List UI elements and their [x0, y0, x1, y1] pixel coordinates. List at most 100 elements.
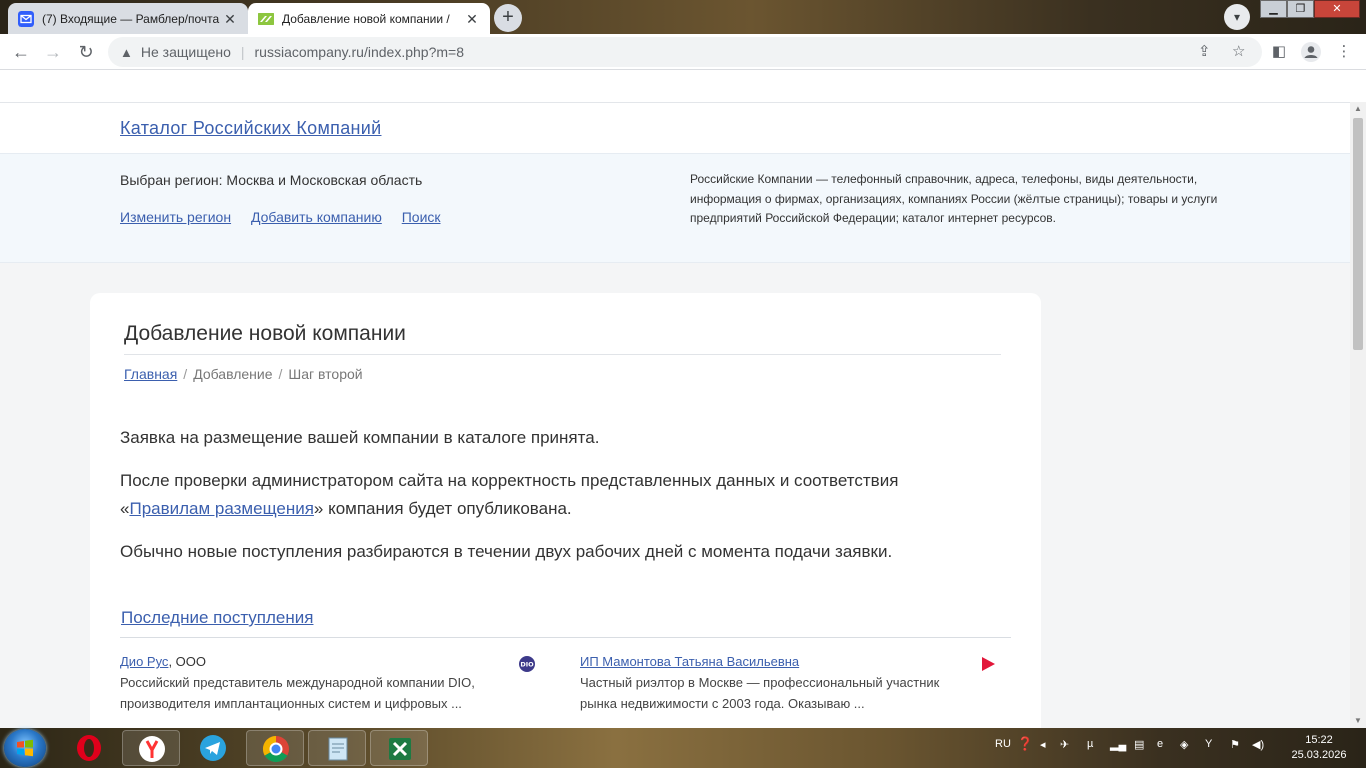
maximize-button[interactable]: ❐ [1287, 0, 1314, 18]
system-clock[interactable]: 15:22 25.03.2026 [1282, 733, 1356, 763]
divider: | [240, 44, 245, 60]
side-panel-icon[interactable]: ◧ [1267, 40, 1291, 64]
play-logo-icon [982, 657, 995, 671]
scrollbar-thumb[interactable] [1353, 118, 1363, 350]
close-icon[interactable]: ✕ [222, 11, 238, 27]
clock-time: 15:22 [1305, 734, 1333, 746]
tab-search-button[interactable]: ▾ [1224, 4, 1250, 30]
paragraph-accepted: Заявка на размещение вашей компании в ка… [120, 428, 600, 447]
telegram-tray-icon[interactable]: ✈ [1060, 738, 1069, 751]
url-text[interactable]: russiacompany.ru/index.php?m=8 [255, 44, 464, 60]
ie-tray-icon[interactable]: e [1157, 738, 1163, 750]
profile-icon[interactable] [1299, 40, 1323, 64]
company-description: Частный риэлтор в Москве — профессиональ… [580, 672, 1000, 714]
scroll-down-icon[interactable]: ▼ [1350, 714, 1366, 728]
region-links: Изменить регион Добавить компанию Поиск [120, 209, 457, 225]
site-favicon [258, 12, 274, 25]
language-indicator[interactable]: RU [995, 738, 1011, 750]
description-line: производителя имплантационных систем и ц… [120, 696, 462, 711]
minimize-button[interactable]: ▁ [1260, 0, 1287, 18]
search-link[interactable]: Поиск [402, 209, 441, 225]
main-card: Добавление новой компании Главная / Добавл… [90, 293, 1041, 728]
company-name: ИП Мамонтова Татьяна Васильевна [580, 654, 1000, 669]
browser-toolbar: ← → ↻ ▲ Не защищено | russiacompany.ru/i… [0, 34, 1366, 70]
tab-add-company[interactable]: Добавление новой компании / ✕ [248, 3, 490, 34]
tab-title: Добавление новой компании / [282, 11, 450, 26]
taskbar-yandex[interactable] [122, 730, 180, 766]
close-icon[interactable]: ✕ [464, 11, 480, 27]
yandex-browser-icon [139, 736, 165, 762]
files-tray-icon[interactable]: ▤ [1134, 738, 1144, 751]
tab-rambler-mail[interactable]: (7) Входящие — Рамблер/почта ✕ [8, 3, 248, 34]
opera-icon [77, 735, 101, 761]
list-item: ИП Мамонтова Татьяна Васильевна Частный … [580, 654, 1000, 714]
paragraph-text: » компания будет опубликована. [313, 499, 572, 518]
scroll-up-icon[interactable]: ▲ [1350, 102, 1366, 116]
new-tab-button[interactable]: + [494, 4, 522, 32]
dio-logo-icon: DIO [519, 656, 535, 672]
app-tray-icon[interactable]: ◈ [1180, 738, 1188, 751]
utorrent-tray-icon[interactable]: µ [1087, 738, 1093, 750]
address-bar[interactable]: ▲ Не защищено | russiacompany.ru/index.p… [108, 37, 1262, 67]
clock-date: 25.03.2026 [1291, 749, 1347, 761]
paragraph-moderation: После проверки администратором сайта на … [120, 467, 1010, 523]
description-line: рынка недвижимости с 2003 года. Оказываю… [580, 696, 865, 711]
taskbar-notes[interactable] [308, 730, 366, 766]
change-region-link[interactable]: Изменить регион [120, 209, 231, 225]
breadcrumb: Главная / Добавление / Шаг второй [124, 366, 363, 382]
rules-link[interactable]: Правилам размещения [129, 499, 313, 518]
site-title-link[interactable]: Каталог Российских Компаний [120, 118, 381, 139]
flag-tray-icon[interactable]: ⚑ [1230, 738, 1240, 751]
warning-icon[interactable]: ▲ [120, 45, 133, 60]
breadcrumb-separator: / [278, 366, 283, 382]
taskbar-opera[interactable] [60, 730, 118, 766]
breadcrumb-step: Шаг второй [288, 366, 363, 382]
company-description: Российский представитель международной к… [120, 672, 540, 714]
volume-icon[interactable]: ◀) [1252, 738, 1264, 751]
window-close-button[interactable]: ✕ [1314, 0, 1360, 18]
help-icon[interactable]: ❓ [1017, 736, 1033, 752]
company-link[interactable]: Дио Рус [120, 654, 168, 669]
reload-icon[interactable]: ↻ [74, 40, 98, 64]
taskbar-chrome[interactable] [246, 730, 304, 766]
tab-title: (7) Входящие — Рамблер/почта [42, 11, 220, 26]
latest-additions-link[interactable]: Последние поступления [121, 608, 313, 628]
windows-logo-icon [17, 739, 33, 757]
divider [120, 637, 1011, 638]
mail-icon [18, 10, 34, 27]
star-icon[interactable]: ☆ [1232, 42, 1245, 60]
description-line: Российский представитель международной к… [120, 675, 475, 690]
add-company-link[interactable]: Добавить компанию [251, 209, 382, 225]
menu-icon[interactable]: ⋮ [1332, 40, 1356, 64]
start-button[interactable] [4, 729, 46, 767]
taskbar-excel[interactable] [370, 730, 428, 766]
chrome-icon [262, 735, 289, 763]
tray-expand-icon[interactable]: ◂ [1040, 738, 1046, 751]
paragraph-timing: Обычно новые поступления разбираются в т… [120, 542, 893, 561]
yandex-tray-icon[interactable]: Y [1205, 738, 1212, 750]
site-description: Российские Компании — телефонный справоч… [690, 172, 1218, 225]
breadcrumb-home-link[interactable]: Главная [124, 366, 177, 382]
description-line: Частный риэлтор в Москве — профессиональ… [580, 675, 940, 690]
excel-icon [389, 738, 411, 760]
telegram-icon [200, 735, 226, 761]
security-label[interactable]: Не защищено [141, 44, 231, 60]
company-link[interactable]: ИП Мамонтова Татьяна Васильевна [580, 654, 799, 669]
sidebar [1072, 293, 1222, 728]
browser-tab-strip: (7) Входящие — Рамблер/почта ✕ Добавлени… [0, 0, 1366, 34]
signal-tray-icon[interactable]: ▂▄ [1110, 738, 1126, 751]
breadcrumb-separator: / [183, 366, 188, 382]
paragraph-text: После проверки администратором сайта на … [120, 471, 899, 490]
region-text: Выбран регион: Москва и Московская облас… [120, 172, 423, 188]
svg-text:DIO: DIO [520, 661, 534, 669]
share-icon[interactable]: ⇪ [1198, 42, 1211, 60]
forward-arrow-icon[interactable]: → [41, 40, 65, 64]
page-scrollbar[interactable]: ▲ ▼ [1350, 102, 1366, 728]
site-header: Каталог Российских Компаний [0, 102, 1350, 153]
page-viewport: Каталог Российских Компаний Выбран регио… [0, 71, 1350, 728]
page-title: Добавление новой компании [124, 322, 406, 345]
company-name: Дио Рус, ООО [120, 654, 540, 669]
back-arrow-icon[interactable]: ← [9, 40, 33, 64]
taskbar-telegram[interactable] [184, 730, 242, 766]
divider [124, 354, 1001, 355]
